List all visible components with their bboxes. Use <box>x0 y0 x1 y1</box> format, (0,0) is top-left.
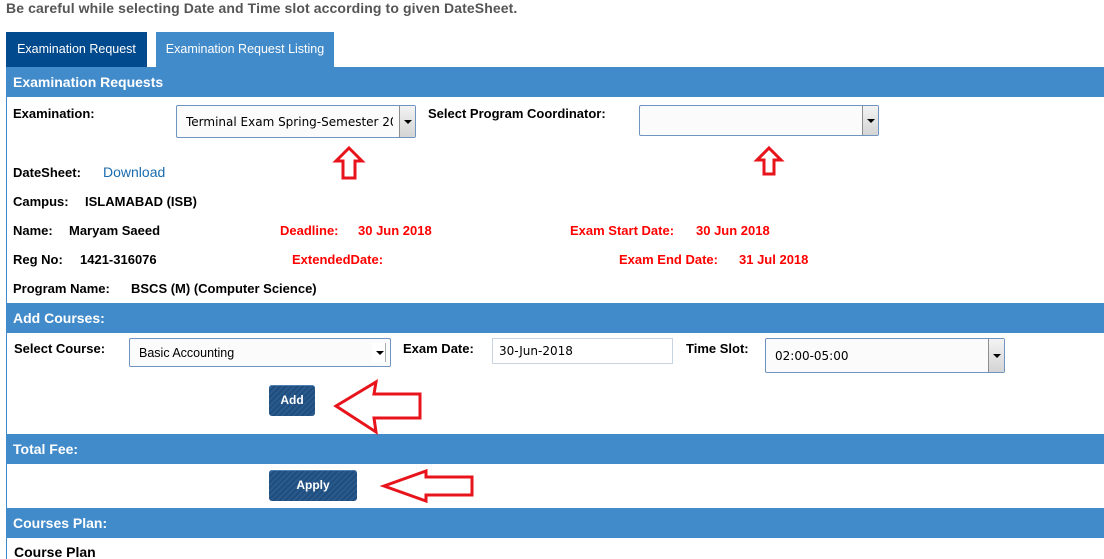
chevron-down-icon[interactable] <box>862 106 878 135</box>
name-value: Maryam Saeed <box>69 223 161 238</box>
time-slot-select[interactable]: 02:00-05:00 <box>765 338 1005 373</box>
datesheet-download-link[interactable]: Download <box>103 164 165 180</box>
course-select[interactable]: Basic Accounting <box>129 338 391 367</box>
exam-start-date-value: 30 Jun 2018 <box>696 223 770 238</box>
exam-end-date-value: 31 Jul 2018 <box>739 252 809 267</box>
exam-date-input[interactable] <box>492 338 673 364</box>
up-arrow-annotation-icon <box>332 145 366 180</box>
course-select-value: Basic Accounting <box>139 345 235 360</box>
chevron-down-icon[interactable] <box>399 106 415 137</box>
left-arrow-annotation-icon <box>379 468 474 504</box>
coordinator-label: Select Program Coordinator: <box>428 106 606 121</box>
add-button[interactable]: Add <box>269 385 315 416</box>
extended-date-label: ExtendedDate: <box>292 252 384 267</box>
campus-label: Campus: <box>13 194 69 209</box>
chevron-down-icon[interactable] <box>372 343 386 362</box>
tab-bar: Examination Request Examination Request … <box>6 32 334 67</box>
reg-no-label: Reg No: <box>13 252 63 267</box>
tab-examination-request-listing[interactable]: Examination Request Listing <box>156 32 334 67</box>
reg-no-value: 1421-316076 <box>80 252 157 267</box>
campus-value: ISLAMABAD (ISB) <box>85 194 197 209</box>
exam-start-date-label: Exam Start Date: <box>570 223 675 238</box>
examination-request-panel: Examination Requests Examination: Termin… <box>6 67 1104 559</box>
left-arrow-annotation-icon <box>333 379 422 436</box>
examination-select[interactable]: Terminal Exam Spring-Semester 2018 <box>176 105 416 138</box>
deadline-label: Deadline: <box>280 223 339 238</box>
up-arrow-annotation-icon <box>753 145 785 176</box>
program-name-value: BSCS (M) (Computer Science) <box>131 281 317 296</box>
exam-date-label: Exam Date: <box>403 341 474 356</box>
exam-end-date-label: Exam End Date: <box>619 252 718 267</box>
section-header-courses-plan: Courses Plan: <box>7 508 1104 538</box>
course-plan-label: Course Plan <box>14 544 96 559</box>
examination-select-value: Terminal Exam Spring-Semester 2018 <box>186 114 393 129</box>
time-slot-select-value: 02:00-05:00 <box>775 348 849 363</box>
chevron-down-icon[interactable] <box>988 339 1004 372</box>
examination-label: Examination: <box>13 106 95 121</box>
section-header-examination-requests: Examination Requests <box>7 67 1104 97</box>
section-header-add-courses: Add Courses: <box>7 303 1104 333</box>
name-label: Name: <box>13 223 53 238</box>
time-slot-label: Time Slot: <box>686 341 749 356</box>
warning-message: Be careful while selecting Date and Time… <box>6 0 518 16</box>
datesheet-label: DateSheet: <box>13 165 81 180</box>
tab-examination-request[interactable]: Examination Request <box>6 32 147 67</box>
deadline-value: 30 Jun 2018 <box>358 223 432 238</box>
apply-button[interactable]: Apply <box>269 470 357 501</box>
section-header-total-fee: Total Fee: <box>7 434 1104 464</box>
program-coordinator-select[interactable] <box>639 105 879 136</box>
select-course-label: Select Course: <box>14 341 106 356</box>
program-name-label: Program Name: <box>13 281 110 296</box>
